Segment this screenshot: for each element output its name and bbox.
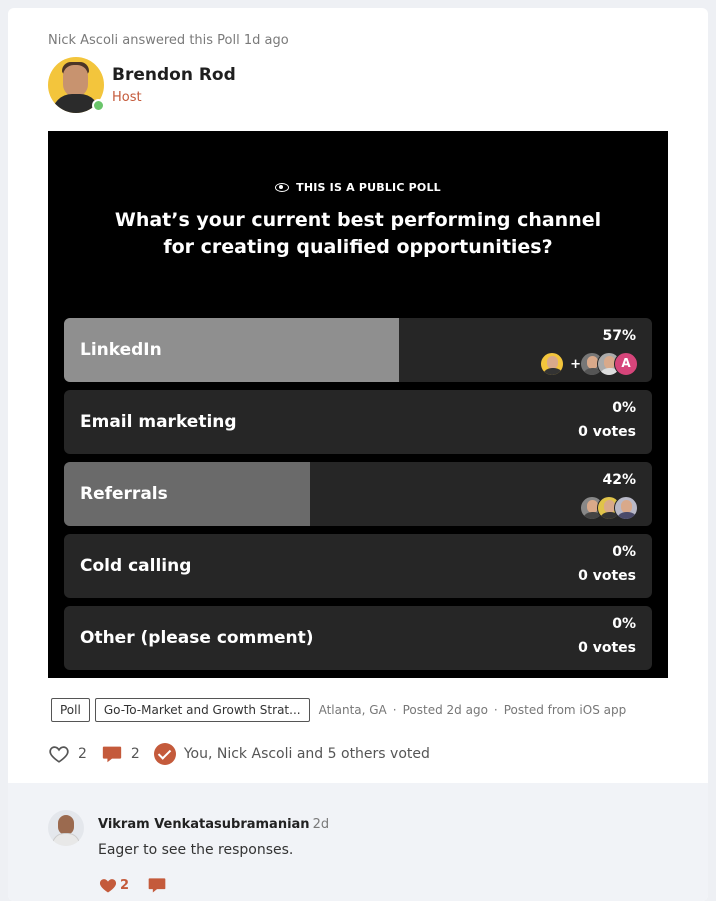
- poll-option-other[interactable]: Other (please comment) 0% 0 votes: [64, 606, 652, 670]
- option-percent: 42%: [602, 472, 636, 488]
- heart-icon[interactable]: [98, 875, 118, 895]
- online-status-dot: [92, 99, 105, 112]
- activity-line: Nick Ascoli answered this Poll 1d ago: [48, 33, 289, 48]
- option-votes: 0 votes: [578, 424, 636, 440]
- voter-avatars[interactable]: [580, 496, 638, 520]
- poll-question: What’s your current best performing chan…: [114, 209, 602, 258]
- tag-poll[interactable]: Poll: [51, 698, 90, 722]
- like-count: 2: [78, 746, 87, 762]
- public-poll-label: THIS IS A PUBLIC POLL: [296, 181, 441, 194]
- comment-text: Eager to see the responses.: [98, 842, 294, 858]
- voted-check-icon: [153, 743, 176, 765]
- eye-icon: [275, 183, 290, 192]
- comment-count: 2: [130, 746, 140, 762]
- commenter-line: Vikram Venkatasubramanian 2d: [98, 817, 329, 832]
- option-percent: 0%: [612, 400, 636, 416]
- voter-avatars[interactable]: + A: [540, 352, 638, 376]
- option-votes: 0 votes: [578, 568, 636, 584]
- option-label: Referrals: [80, 484, 168, 504]
- heart-icon[interactable]: [48, 743, 70, 765]
- option-votes: 0 votes: [578, 640, 636, 656]
- post-actions: 2 2 You, Nick Ascoli and 5 others voted: [48, 743, 430, 765]
- public-poll-indicator: THIS IS A PUBLIC POLL: [48, 181, 668, 194]
- option-label: Other (please comment): [80, 628, 314, 648]
- commenter-name[interactable]: Vikram Venkatasubramanian: [98, 817, 310, 832]
- voted-summary[interactable]: You, Nick Ascoli and 5 others voted: [184, 746, 430, 762]
- author-name[interactable]: Brendon Rod: [112, 65, 236, 85]
- comment-like-count: 2: [120, 877, 130, 893]
- voter-avatar: [614, 496, 638, 520]
- post-tags: Poll Go-To-Market and Growth Strat... At…: [51, 698, 626, 722]
- option-label: LinkedIn: [80, 340, 162, 360]
- post-card: Nick Ascoli answered this Poll 1d ago Br…: [8, 8, 708, 901]
- location: Atlanta, GA: [318, 703, 387, 717]
- tag-category[interactable]: Go-To-Market and Growth Strat...: [94, 698, 310, 722]
- comment-icon[interactable]: [101, 743, 123, 765]
- comment-actions: 2: [98, 875, 167, 895]
- option-label: Email marketing: [80, 412, 237, 432]
- reply-icon[interactable]: [147, 875, 167, 895]
- poll-option-email-marketing[interactable]: Email marketing 0% 0 votes: [64, 390, 652, 454]
- poll-option-referrals[interactable]: Referrals 42%: [64, 462, 652, 526]
- option-percent: 57%: [602, 328, 636, 344]
- option-percent: 0%: [612, 616, 636, 632]
- voter-avatar-letter: A: [614, 352, 638, 376]
- comment-time: 2d: [312, 817, 330, 832]
- commenter-avatar[interactable]: [48, 810, 84, 846]
- option-percent: 0%: [612, 544, 636, 560]
- option-label: Cold calling: [80, 556, 192, 576]
- poll-panel: THIS IS A PUBLIC POLL What’s your curren…: [48, 131, 668, 678]
- comments-section: Vikram Venkatasubramanian 2d Eager to see…: [8, 783, 708, 901]
- separator: ·: [392, 703, 397, 717]
- posted-time: Posted 2d ago: [402, 703, 488, 717]
- poll-option-cold-calling[interactable]: Cold calling 0% 0 votes: [64, 534, 652, 598]
- separator: ·: [493, 703, 498, 717]
- author-role: Host: [112, 90, 142, 105]
- voter-avatar: [540, 352, 565, 376]
- posted-source: Posted from iOS app: [503, 703, 627, 717]
- poll-option-linkedin[interactable]: LinkedIn 57% + A: [64, 318, 652, 382]
